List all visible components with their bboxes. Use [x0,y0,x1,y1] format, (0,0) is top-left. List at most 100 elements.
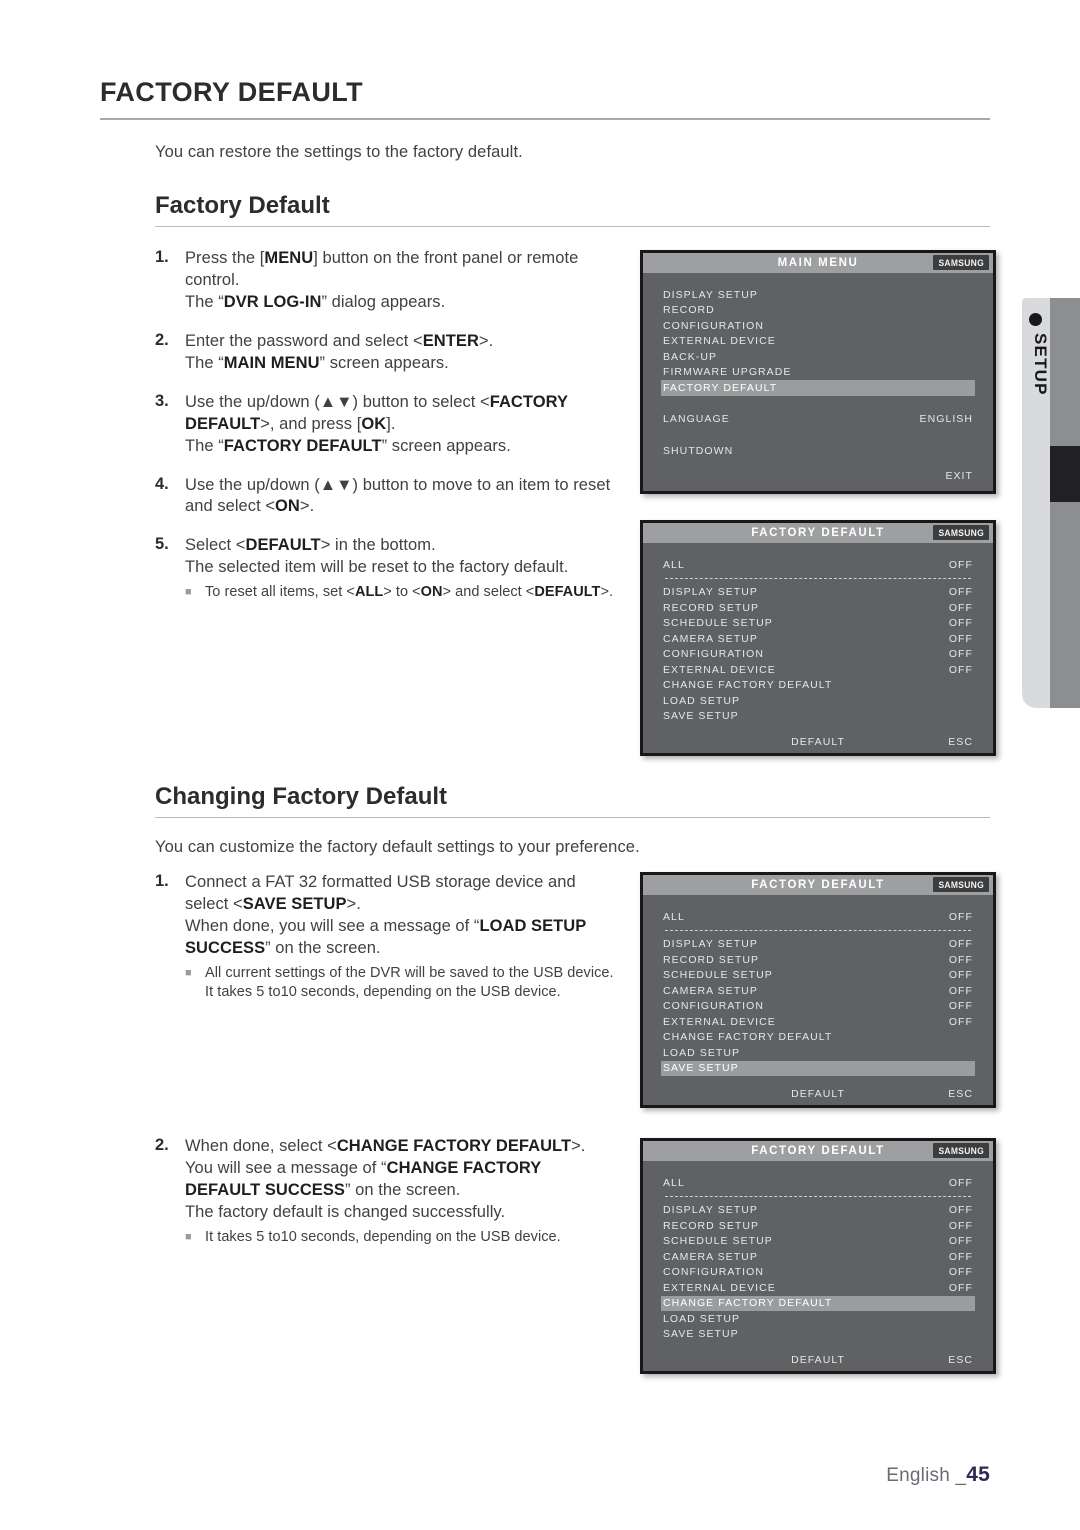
osd-menu-item[interactable]: CAMERA SETUP OFF [661,1249,975,1265]
osd-item-value: OFF [948,1250,973,1263]
samsung-logo: SAMSUNG [933,1143,989,1158]
osd-item-value: ENGLISH [919,413,973,426]
osd-menu-item[interactable]: SCHEDULE SETUP OFF [661,1234,975,1250]
osd-menu-item[interactable]: ALL OFF [661,1175,975,1191]
step-note: ■ It takes 5 to10 seconds, depending on t… [185,1228,585,1248]
osd-menu-item[interactable]: CONFIGURATION OFF [661,999,975,1015]
osd-menu-item[interactable]: RECORD SETUP OFF [661,600,975,616]
osd-item-value: OFF [948,617,973,630]
osd-menu-item[interactable]: RECORD [661,303,975,319]
osd-menu-item[interactable]: BACK-UP [661,349,975,365]
osd-menu-item[interactable]: ALL OFF [661,557,975,573]
osd-item-label: SAVE SETUP [663,1328,739,1341]
osd-footer-center[interactable]: DEFAULT [791,1088,845,1100]
osd-menu-item[interactable]: SCHEDULE SETUP OFF [661,616,975,632]
side-tab-label: SETUP [1031,333,1050,396]
osd-separator [661,573,975,585]
section2-title: Changing Factory Default [155,783,448,810]
step-item: 1. Press the [MENU] button on the front p… [155,248,625,314]
osd-factory-default-1[interactable]: FACTORY DEFAULT SAMSUNG ALL OFF DISPLAY SETU… [640,520,996,756]
osd-menu-item[interactable]: EXTERNAL DEVICE OFF [661,662,975,678]
osd-footer-right[interactable]: ESC [948,1354,973,1366]
osd-title: FACTORY DEFAULT [751,527,885,539]
osd-footer: DEFAULT ESC [661,733,975,750]
osd-menu-list: ALL OFF DISPLAY SETUP OFF RECORD SETUP OFF SCH… [643,543,993,760]
osd-menu-item[interactable]: LOAD SETUP [661,1045,975,1061]
osd-menu-item[interactable]: CONFIGURATION OFF [661,1265,975,1281]
osd-menu-item[interactable]: CAMERA SETUP OFF [661,983,975,999]
step-line: The factory default is changed successfu… [185,1202,506,1221]
osd-menu-item[interactable]: FIRMWARE UPGRADE [661,365,975,381]
osd-footer-right[interactable]: ESC [948,736,973,748]
osd-menu-item[interactable]: SAVE SETUP [661,1060,975,1076]
osd-footer: DEFAULT ESC [661,1351,975,1368]
osd-menu-item[interactable]: SCHEDULE SETUP OFF [661,968,975,984]
osd-menu-item[interactable]: DISPLAY SETUP OFF [661,1203,975,1219]
step-note-text: All current settings of the DVR will be … [205,964,614,1001]
step-line: DEFAULT SUCCESS” on the screen. [185,1180,461,1199]
osd-footer-right[interactable]: ESC [948,1088,973,1100]
osd-item-value: OFF [948,910,973,923]
osd-item-value: OFF [948,969,973,982]
step-note-text: It takes 5 to10 seconds, depending on th… [205,1228,561,1245]
osd-menu-item[interactable]: DISPLAY SETUP OFF [661,585,975,601]
section2-steps-continued: 2. When done, select <CHANGE FACTORY DEFA… [155,1136,625,1264]
osd-menu-item[interactable]: EXTERNAL DEVICE [661,334,975,350]
osd-menu-item[interactable]: RECORD SETUP OFF [661,1218,975,1234]
step-line: When done, select <CHANGE FACTORY DEFAUL… [185,1137,586,1155]
osd-footer-right[interactable]: EXIT [945,470,973,482]
osd-footer-center[interactable]: DEFAULT [791,736,845,748]
step-line: The “FACTORY DEFAULT” screen appears. [185,436,511,455]
step-line: control. [185,270,240,289]
step-text: Use the up/down (▲▼) button to select <F… [185,392,568,458]
osd-menu-item[interactable]: LOAD SETUP [661,1311,975,1327]
osd-factory-default-2[interactable]: FACTORY DEFAULT SAMSUNG ALL OFF DISPLAY SETU… [640,872,996,1108]
step-line: Select <DEFAULT> in the bottom. [185,536,436,555]
square-bullet-icon: ■ [185,1230,192,1243]
osd-menu-item[interactable]: DISPLAY SETUP [661,287,975,303]
step-line: Connect a FAT 32 formatted USB storage d… [185,873,576,891]
osd-menu-item[interactable]: CAMERA SETUP OFF [661,631,975,647]
osd-item-label: FIRMWARE UPGRADE [663,366,792,379]
osd-item-label: DISPLAY SETUP [663,288,758,301]
osd-item-label: SCHEDULE SETUP [663,617,773,630]
osd-menu-item[interactable]: SAVE SETUP [661,709,975,725]
osd-item-value: OFF [948,1235,973,1248]
osd-menu-item[interactable]: EXTERNAL DEVICE OFF [661,1014,975,1030]
osd-menu-item[interactable]: ALL OFF [661,909,975,925]
osd-menu-item[interactable]: RECORD SETUP OFF [661,952,975,968]
side-tab-strip [1048,298,1080,708]
osd-item-value: OFF [948,1176,973,1189]
samsung-logo: SAMSUNG [933,877,989,892]
step-item: 4. Use the up/down (▲▼) button to move to… [155,475,625,519]
osd-menu-item[interactable]: CONFIGURATION [661,318,975,334]
osd-menu-item[interactable]: FACTORY DEFAULT [661,380,975,396]
osd-item-label: BACK-UP [663,350,718,363]
osd-menu-item[interactable]: EXTERNAL DEVICE OFF [661,1280,975,1296]
osd-menu-item[interactable]: LANGUAGE ENGLISH [661,412,975,428]
osd-menu-item[interactable]: CHANGE FACTORY DEFAULT [661,1030,975,1046]
step-line: You will see a message of “CHANGE FACTOR… [185,1158,542,1177]
osd-factory-default-3[interactable]: FACTORY DEFAULT SAMSUNG ALL OFF DISPLAY SETU… [640,1138,996,1374]
osd-item-label: RECORD [663,304,715,317]
osd-menu-list: DISPLAY SETUP RECORD CONFIGURATION EXTERNAL… [643,273,993,495]
osd-item-label: CAMERA SETUP [663,984,758,997]
osd-menu-item[interactable]: DISPLAY SETUP OFF [661,937,975,953]
osd-footer-center[interactable]: DEFAULT [791,1354,845,1366]
osd-main-menu[interactable]: MAIN MENU SAMSUNG DISPLAY SETUP RECORD CONFI… [640,250,996,494]
osd-menu-item[interactable]: CONFIGURATION OFF [661,647,975,663]
osd-menu-item[interactable]: CHANGE FACTORY DEFAULT [661,678,975,694]
osd-menu-item[interactable]: SHUTDOWN [661,443,975,459]
osd-menu-item[interactable]: SAVE SETUP [661,1327,975,1343]
osd-spacer [661,396,975,412]
osd-title: FACTORY DEFAULT [751,1145,885,1157]
osd-menu-item[interactable]: LOAD SETUP [661,693,975,709]
osd-item-label: EXTERNAL DEVICE [663,1015,776,1028]
step-item: 1. Connect a FAT 32 formatted USB storage… [155,872,625,1003]
osd-item-label: RECORD SETUP [663,1219,760,1232]
osd-menu-item[interactable]: CHANGE FACTORY DEFAULT [661,1295,975,1311]
osd-item-label: CAMERA SETUP [663,632,758,645]
osd-separator [661,925,975,937]
step-item: 2. When done, select <CHANGE FACTORY DEFA… [155,1136,625,1247]
osd-item-label: SAVE SETUP [663,1062,739,1075]
